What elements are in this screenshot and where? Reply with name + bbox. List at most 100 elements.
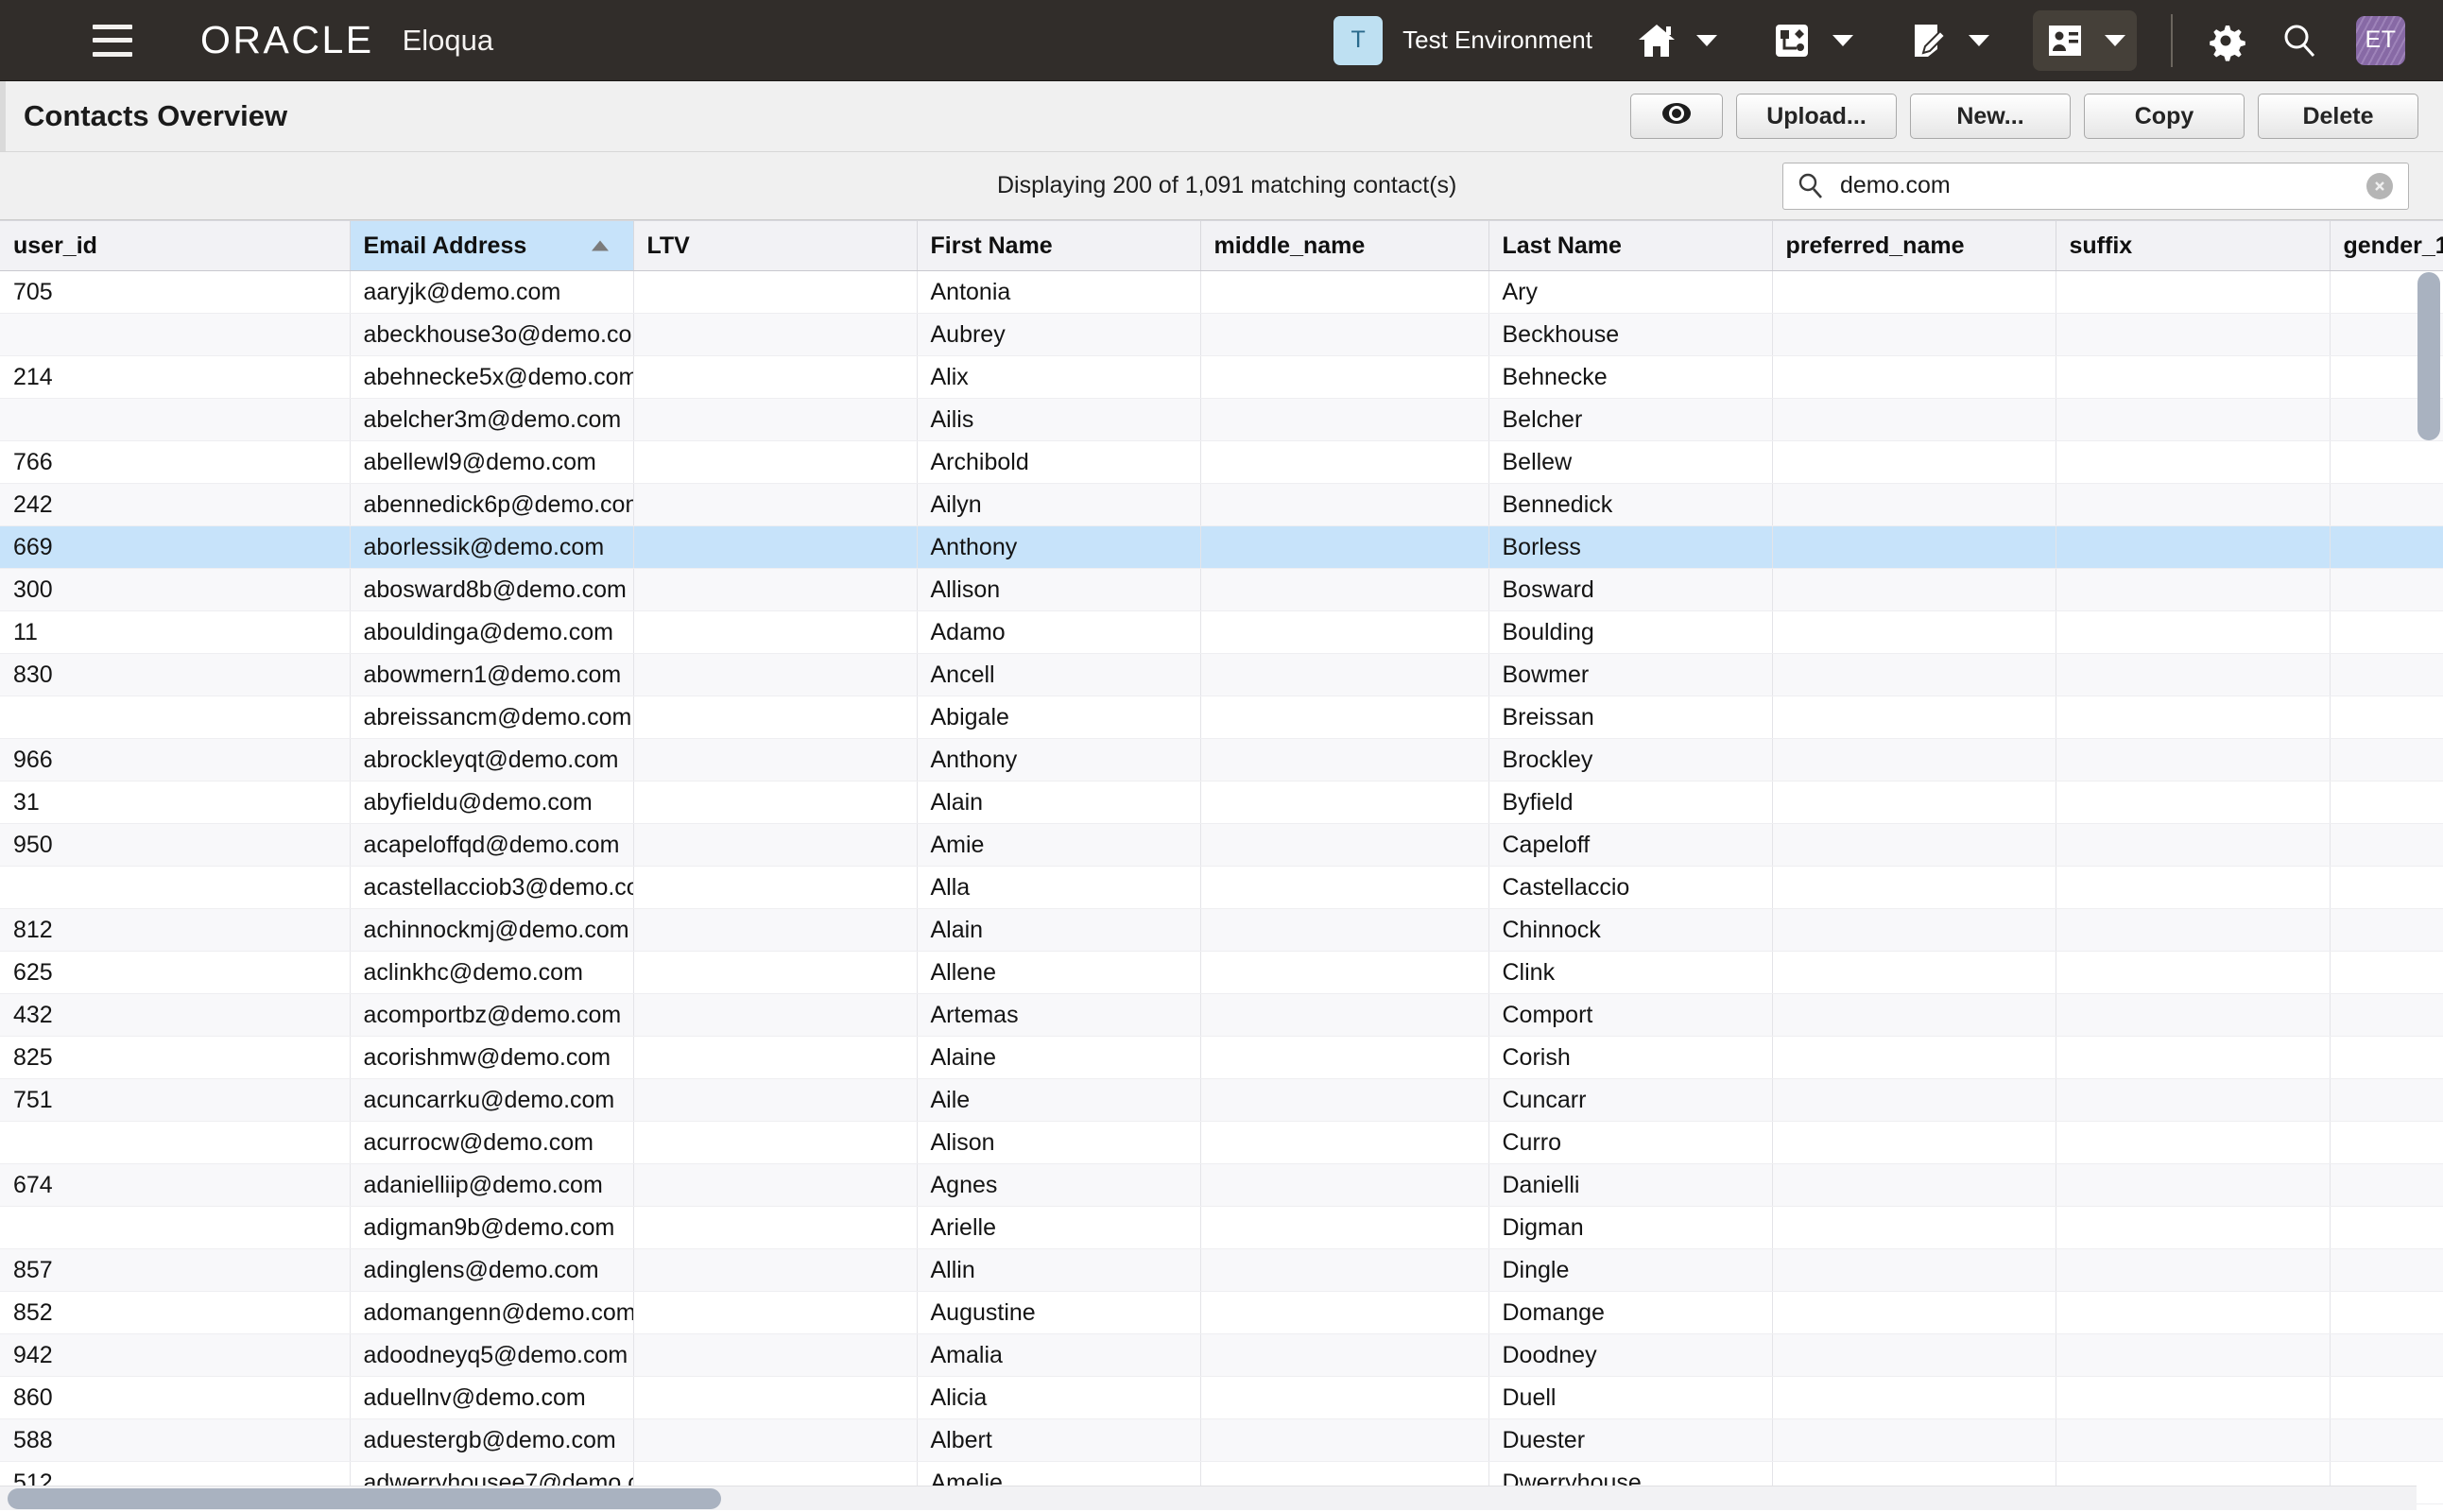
clear-icon[interactable] (2366, 172, 2393, 199)
home-menu[interactable] (1625, 10, 1729, 71)
cell-preferred-name (1772, 738, 2056, 782)
cell-last-name: Boulding (1488, 610, 1773, 654)
table-row[interactable]: 852 adomangenn@demo.com Augustine Domange (0, 1291, 2443, 1334)
view-button[interactable] (1630, 94, 1723, 139)
table-row[interactable]: 300 abosward8b@demo.com Allison Bosward (0, 568, 2443, 611)
cell-first-name: Allene (917, 951, 1201, 994)
cell-last-name: Bosward (1488, 568, 1773, 611)
cell-preferred-name (1772, 866, 2056, 909)
oracle-logo: ORACLE (200, 18, 374, 61)
settings-button[interactable] (2205, 20, 2246, 61)
cell-last-name: Byfield (1488, 781, 1773, 824)
table-row[interactable]: 674 adanielliip@demo.com Agnes Danielli (0, 1163, 2443, 1207)
table-row[interactable]: 669 aborlessik@demo.com Anthony Borless (0, 525, 2443, 569)
horizontal-scrollbar-thumb[interactable] (8, 1488, 721, 1509)
table-row[interactable]: 950 acapeloffqd@demo.com Amie Capeloff (0, 823, 2443, 867)
cell-preferred-name (1772, 1206, 2056, 1249)
table-row[interactable]: 825 acorishmw@demo.com Alaine Corish (0, 1036, 2443, 1079)
cell-suffix (2056, 653, 2331, 696)
campaign-menu[interactable] (1761, 10, 1865, 71)
cell-user-id: 857 (0, 1248, 351, 1292)
results-count-label: Displaying 200 of 1,091 matching contact… (997, 172, 1457, 198)
column-header-suffix[interactable]: suffix (2056, 220, 2331, 271)
cell-preferred-name (1772, 483, 2056, 526)
cell-preferred-name (1772, 951, 2056, 994)
column-header-label: gender_1life (2343, 232, 2443, 259)
cell-suffix (2056, 1206, 2331, 1249)
table-row[interactable]: 705 aaryjk@demo.com Antonia Ary (0, 270, 2443, 314)
cell-middle-name (1200, 823, 1489, 867)
cell-first-name: Anthony (917, 738, 1201, 782)
cell-ltv (633, 908, 918, 952)
cell-last-name: Digman (1488, 1206, 1773, 1249)
cell-preferred-name (1772, 313, 2056, 356)
cell-user-id (0, 696, 351, 739)
column-header-email-address[interactable]: Email Address (350, 220, 634, 271)
cell-ltv (633, 1121, 918, 1164)
table-row[interactable]: 242 abennedick6p@demo.com Ailyn Bennedick (0, 483, 2443, 526)
column-header-last-name[interactable]: Last Name (1488, 220, 1773, 271)
hamburger-menu-icon[interactable] (93, 24, 132, 57)
cell-user-id (0, 313, 351, 356)
home-icon (1636, 20, 1677, 61)
table-row[interactable]: adigman9b@demo.com Arielle Digman (0, 1206, 2443, 1249)
table-row[interactable]: abelcher3m@demo.com Ailis Belcher (0, 398, 2443, 441)
cell-last-name: Borless (1488, 525, 1773, 569)
delete-button[interactable]: Delete (2258, 94, 2418, 139)
table-row[interactable]: 942 adoodneyq5@demo.com Amalia Doodney (0, 1333, 2443, 1377)
cell-email: acuncarrku@demo.com (350, 1078, 634, 1122)
column-header-middle-name[interactable]: middle_name (1200, 220, 1489, 271)
table-row[interactable]: 812 achinnockmj@demo.com Alain Chinnock (0, 908, 2443, 952)
table-row[interactable]: acurrocw@demo.com Alison Curro (0, 1121, 2443, 1164)
cell-middle-name (1200, 696, 1489, 739)
vertical-scrollbar-thumb[interactable] (2417, 272, 2440, 440)
cell-suffix (2056, 1163, 2331, 1207)
app-topbar: ORACLE Eloqua T Test Environment ET (0, 0, 2443, 81)
table-row[interactable]: 432 acomportbz@demo.com Artemas Comport (0, 993, 2443, 1037)
table-row[interactable]: 857 adinglens@demo.com Allin Dingle (0, 1248, 2443, 1292)
upload-button[interactable]: Upload... (1736, 94, 1897, 139)
cell-user-id: 966 (0, 738, 351, 782)
cell-user-id (0, 398, 351, 441)
table-row[interactable]: 830 abowmern1@demo.com Ancell Bowmer (0, 653, 2443, 696)
cell-suffix (2056, 1248, 2331, 1292)
cell-preferred-name (1772, 270, 2056, 314)
horizontal-scrollbar[interactable] (0, 1486, 2417, 1510)
column-header-preferred-name[interactable]: preferred_name (1772, 220, 2056, 271)
cell-ltv (633, 1163, 918, 1207)
copy-button[interactable]: Copy (2084, 94, 2245, 139)
table-row[interactable]: 214 abehnecke5x@demo.com Alix Behnecke (0, 355, 2443, 399)
table-row[interactable]: 11 abouldinga@demo.com Adamo Boulding (0, 610, 2443, 654)
column-header-gender-1life[interactable]: gender_1life (2330, 220, 2443, 271)
cell-first-name: Alicia (917, 1376, 1201, 1419)
cell-last-name: Beckhouse (1488, 313, 1773, 356)
table-row[interactable]: 588 aduestergb@demo.com Albert Duester (0, 1418, 2443, 1462)
table-row[interactable]: 860 aduellnv@demo.com Alicia Duell (0, 1376, 2443, 1419)
cell-suffix (2056, 1078, 2331, 1122)
column-header-first-name[interactable]: First Name (917, 220, 1201, 271)
contacts-menu[interactable] (2033, 9, 2137, 71)
vertical-scrollbar[interactable] (2417, 272, 2440, 1493)
design-menu[interactable] (1897, 10, 2001, 71)
table-row[interactable]: abreissancm@demo.com Abigale Breissan (0, 696, 2443, 739)
contacts-card-icon (2044, 20, 2086, 61)
cell-last-name: Belcher (1488, 398, 1773, 441)
table-row[interactable]: 625 aclinkhc@demo.com Allene Clink (0, 951, 2443, 994)
avatar[interactable]: ET (2356, 15, 2405, 65)
column-header-user-id[interactable]: user_id (0, 220, 351, 271)
search-input[interactable] (1840, 172, 2366, 199)
table-row[interactable]: 966 abrockleyqt@demo.com Anthony Brockley (0, 738, 2443, 782)
table-row[interactable]: acastellacciob3@demo.com Alla Castellaccio (0, 866, 2443, 909)
column-header-ltv[interactable]: LTV (633, 220, 918, 271)
search-box[interactable] (1782, 162, 2409, 210)
new-button[interactable]: New... (1910, 94, 2071, 139)
cell-user-id: 588 (0, 1418, 351, 1462)
cell-suffix (2056, 483, 2331, 526)
table-row[interactable]: abeckhouse3o@demo.com Aubrey Beckhouse (0, 313, 2443, 356)
table-row[interactable]: 766 abellewl9@demo.com Archibold Bellew (0, 440, 2443, 484)
global-search-button[interactable] (2279, 20, 2320, 61)
table-row[interactable]: 751 acuncarrku@demo.com Aile Cuncarr (0, 1078, 2443, 1122)
environment-badge[interactable]: T (1333, 15, 1384, 65)
cell-email: acorishmw@demo.com (350, 1036, 634, 1079)
table-row[interactable]: 31 abyfieldu@demo.com Alain Byfield (0, 781, 2443, 824)
